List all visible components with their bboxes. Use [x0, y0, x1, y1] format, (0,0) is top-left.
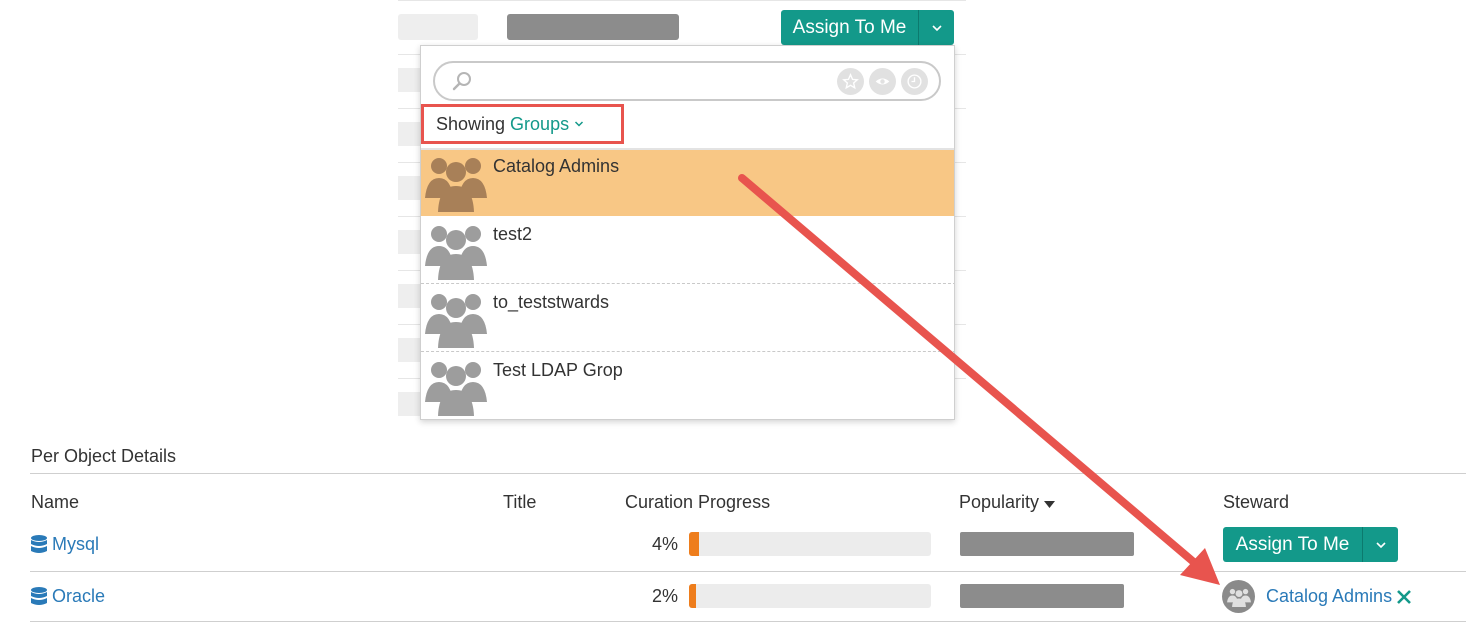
popularity-header-label: Popularity [959, 492, 1040, 512]
clock-icon [907, 74, 922, 89]
curation-percent: 2% [651, 586, 678, 606]
favorites-filter-button[interactable] [837, 68, 864, 95]
group-icon [425, 294, 487, 348]
section-title: Per Object Details [31, 446, 177, 466]
section-divider [30, 473, 1466, 474]
group-option[interactable]: Catalog Admins [421, 150, 954, 216]
column-header-popularity[interactable]: Popularity [959, 492, 1056, 514]
table-row-name-link[interactable]: Mysql [31, 534, 99, 555]
column-header-steward[interactable]: Steward [1223, 492, 1289, 513]
group-icon [425, 362, 487, 416]
column-header-title[interactable]: Title [503, 492, 536, 513]
showing-type-value: Groups [510, 113, 570, 134]
group-option[interactable]: test2 [421, 218, 954, 284]
group-avatar [1222, 580, 1255, 613]
progress-fill [689, 584, 697, 608]
steward-name-link[interactable]: Catalog Admins [1266, 586, 1392, 607]
popularity-bar [960, 584, 1124, 608]
chevron-down-icon [1375, 541, 1386, 548]
eye-icon [875, 78, 890, 85]
search-input[interactable] [479, 67, 819, 95]
placeholder-cell [398, 122, 420, 146]
top-assign-group: Assign To Me [781, 10, 954, 45]
popularity-bar [960, 532, 1134, 556]
placeholder-cell [398, 338, 420, 362]
column-header-name[interactable]: Name [31, 492, 79, 513]
watching-filter-button[interactable] [869, 68, 896, 95]
group-option-label: Test LDAP Grop [493, 360, 623, 380]
row-divider [398, 0, 966, 1]
group-option[interactable]: to_teststwards [421, 286, 954, 352]
assign-to-me-button[interactable]: Assign To Me [781, 10, 918, 45]
assign-to-me-button[interactable]: Assign To Me [1223, 527, 1362, 562]
placeholder-cell [398, 14, 478, 40]
row-divider [30, 621, 1466, 622]
group-option-label: Catalog Admins [493, 156, 620, 176]
group-option-label: test2 [493, 224, 533, 244]
curation-percent: 4% [651, 534, 678, 554]
curation-progress-bar [689, 532, 931, 556]
placeholder-cell [398, 392, 420, 416]
progress-fill [689, 532, 699, 556]
star-icon [842, 73, 859, 90]
group-icon [425, 226, 487, 280]
database-icon [31, 587, 47, 605]
close-icon[interactable] [1395, 588, 1413, 606]
showing-type-selector[interactable]: Groups [510, 114, 584, 135]
column-header-curation[interactable]: Curation Progress [625, 492, 770, 513]
object-name: Oracle [52, 586, 106, 606]
chevron-down-icon [931, 24, 942, 31]
database-icon [31, 535, 47, 553]
row-divider [30, 571, 1466, 572]
chevron-down-icon [575, 121, 584, 127]
recent-filter-button[interactable] [901, 68, 928, 95]
search-box [433, 61, 941, 101]
steward-picker-dropdown: Showing Groups Catalog Admins test2 to_t… [420, 45, 955, 420]
row-assign-group: Assign To Me [1223, 527, 1398, 562]
assign-options-button[interactable] [1362, 527, 1398, 562]
placeholder-bar [507, 14, 679, 40]
assign-options-button[interactable] [918, 10, 954, 45]
group-option[interactable]: Test LDAP Grop [421, 354, 954, 419]
placeholder-cell [398, 176, 420, 200]
curation-progress-bar [689, 584, 931, 608]
object-name: Mysql [52, 534, 100, 554]
group-icon [425, 158, 487, 212]
showing-label: Showing [436, 113, 506, 134]
group-icon [1226, 588, 1251, 607]
sort-desc-icon [1044, 493, 1056, 514]
placeholder-cell [398, 230, 420, 254]
showing-filter: Showing Groups [421, 104, 624, 144]
steward-assignment: Catalog Admins [1222, 580, 1413, 613]
search-icon [452, 72, 471, 91]
group-option-label: to_teststwards [493, 292, 610, 312]
placeholder-cell [398, 68, 420, 92]
table-row-name-link[interactable]: Oracle [31, 586, 105, 607]
placeholder-cell [398, 284, 420, 308]
